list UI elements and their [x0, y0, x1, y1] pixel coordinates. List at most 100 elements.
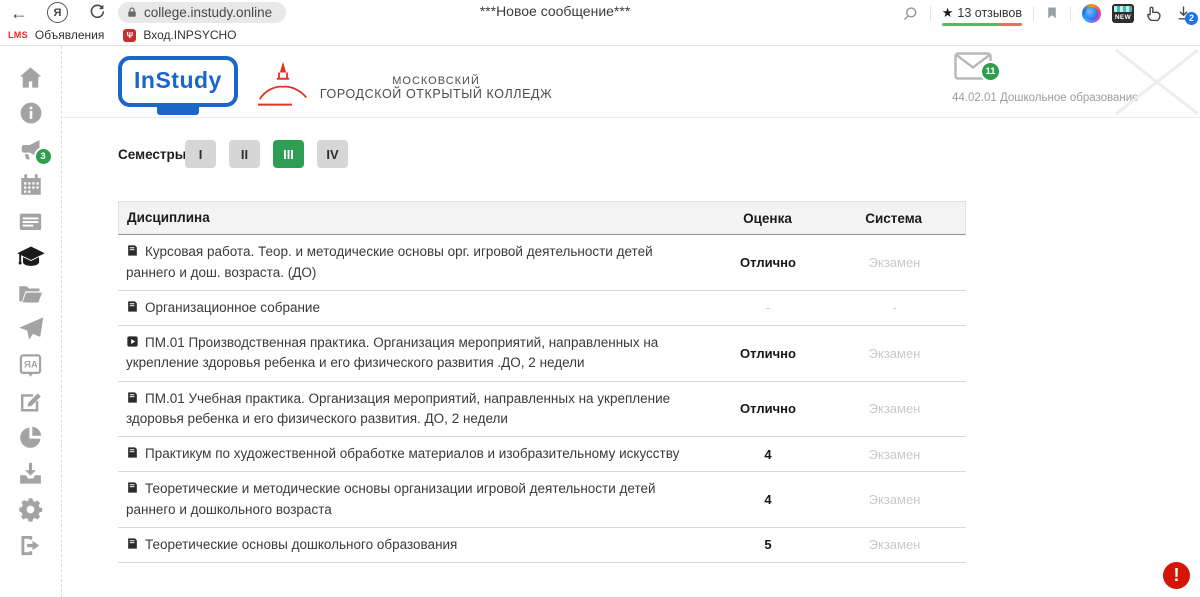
course-book-icon: [126, 446, 139, 459]
announcements-badge: 3: [34, 147, 53, 166]
discipline-cell[interactable]: Организационное собрание: [118, 291, 713, 325]
grade-cell: Отлично: [713, 382, 823, 437]
system-cell: Экзамен: [823, 472, 966, 527]
sidebar-item-schedule[interactable]: [13, 203, 49, 239]
collections-hand-icon[interactable]: [1145, 4, 1164, 23]
discipline-text: ПМ.01 Учебная практика. Организация меро…: [126, 391, 670, 426]
url-bar[interactable]: college.instudy.online: [118, 2, 286, 23]
toolbar-right: ★ 13 отзывов NEW: [902, 0, 1192, 26]
kinopoisk-new-icon[interactable]: NEW: [1112, 4, 1134, 23]
table-row: Курсовая работа. Теор. и методические ос…: [118, 235, 966, 291]
grade-cell: -: [713, 291, 823, 325]
discipline-text: Организационное собрание: [145, 300, 320, 315]
table-row: Практикум по художественной обработке ма…: [118, 437, 966, 472]
sidebar-item-announcements[interactable]: 3: [13, 131, 49, 167]
lms-favicon: LMS: [8, 30, 28, 40]
discipline-text: Практикум по художественной обработке ма…: [145, 446, 679, 461]
sidebar-item-calendar[interactable]: [13, 167, 49, 203]
edit-icon: [17, 388, 44, 415]
page-header: InStudy МОСКОВСКИЙ ГОРОДСКОЙ ОТКРЫТЫЙ КО…: [63, 46, 1200, 118]
header-system: Система: [822, 202, 965, 234]
grade-cell: Отлично: [713, 235, 823, 290]
discipline-text: Курсовая работа. Теор. и методические ос…: [126, 244, 653, 279]
sidebar-item-assignments[interactable]: [13, 383, 49, 419]
bookmark-announcements[interactable]: Объявления: [35, 28, 104, 42]
college-logo-icon: [254, 60, 312, 110]
back-button[interactable]: ←: [10, 1, 28, 25]
reviews-count: 13 отзывов: [957, 6, 1022, 20]
system-cell: Экзамен: [823, 437, 966, 471]
grade-cell: Отлично: [713, 326, 823, 381]
messages-button[interactable]: 11: [954, 52, 992, 80]
sidebar-item-info[interactable]: [13, 95, 49, 131]
gear-icon: [17, 496, 44, 523]
star-icon: ★: [942, 8, 954, 18]
table-header: Дисциплина Оценка Система: [118, 201, 966, 235]
discipline-cell[interactable]: ПМ.01 Производственная практика. Организ…: [118, 326, 713, 381]
search-icon[interactable]: [902, 5, 919, 22]
discipline-cell[interactable]: Курсовая работа. Теор. и методические ос…: [118, 235, 713, 290]
system-cell: Экзамен: [823, 326, 966, 381]
sidebar-item-messages[interactable]: [13, 311, 49, 347]
discipline-cell[interactable]: Теоретические и методические основы орга…: [118, 472, 713, 527]
inpsycho-favicon: Ψ: [123, 29, 136, 42]
svg-text:ЯA: ЯA: [24, 359, 38, 370]
sidebar-item-statistics[interactable]: [13, 419, 49, 455]
sidebar: 3 ЯA: [0, 46, 62, 597]
divider: [1033, 6, 1034, 21]
paper-plane-icon: [17, 315, 45, 343]
table-row: Теоретические и методические основы орга…: [118, 472, 966, 528]
semesters-bar: Семестры I II III IV: [118, 140, 348, 168]
table-row: ПМ.01 Производственная практика. Организ…: [118, 326, 966, 382]
sidebar-item-home[interactable]: [13, 59, 49, 95]
discipline-text: ПМ.01 Производственная практика. Организ…: [126, 335, 658, 370]
bookmarks-bar: LMS Объявления Ψ Вход.INPSYCHO: [0, 26, 1200, 44]
tab-title: ***Новое сообщение***: [395, 3, 715, 19]
browser-chrome: ← Я college.instudy.online ***Новое сооб…: [0, 0, 1200, 46]
table-row: Организационное собрание - -: [118, 291, 966, 326]
divider: [930, 6, 931, 21]
list-card-icon: [17, 208, 44, 235]
course-book-icon: [126, 244, 139, 257]
close-icon[interactable]: [1114, 46, 1200, 117]
course-book-icon: [126, 391, 139, 404]
refresh-button[interactable]: [88, 3, 106, 21]
bookmark-inpsycho[interactable]: Вход.INPSYCHO: [143, 28, 236, 42]
semester-buttons: I II III IV: [185, 140, 348, 168]
sidebar-item-grades[interactable]: [13, 239, 49, 275]
discipline-cell[interactable]: ПМ.01 Учебная практика. Организация меро…: [118, 382, 713, 437]
discipline-cell[interactable]: Теоретические основы дошкольного образов…: [118, 528, 713, 562]
extension-color-circle-icon[interactable]: [1082, 4, 1101, 23]
discipline-cell[interactable]: Практикум по художественной обработке ма…: [118, 437, 713, 471]
folder-open-icon: [17, 280, 44, 307]
sidebar-item-logout[interactable]: [13, 527, 49, 563]
yandex-browser-icon[interactable]: Я: [47, 2, 68, 23]
semester-button-3[interactable]: III: [273, 140, 304, 168]
sidebar-item-settings[interactable]: [13, 491, 49, 527]
downloads-badge: 2: [1185, 12, 1198, 25]
reviews-widget[interactable]: ★ 13 отзывов: [942, 6, 1022, 26]
bookmark-flag-icon[interactable]: [1045, 5, 1059, 21]
header-discipline: Дисциплина: [119, 202, 713, 234]
translate-icon: ЯA: [17, 352, 44, 379]
college-name: МОСКОВСКИЙ ГОРОДСКОЙ ОТКРЫТЫЙ КОЛЛЕДЖ: [320, 75, 552, 101]
graduation-cap-icon: [16, 242, 46, 272]
semester-button-2[interactable]: II: [229, 140, 260, 168]
downloads-button[interactable]: 2: [1175, 5, 1192, 22]
semester-button-4[interactable]: IV: [317, 140, 348, 168]
system-cell: Экзамен: [823, 528, 966, 562]
url-text: college.instudy.online: [144, 5, 272, 20]
semester-button-1[interactable]: I: [185, 140, 216, 168]
logo-group: InStudy МОСКОВСКИЙ ГОРОДСКОЙ ОТКРЫТЫЙ КО…: [118, 56, 552, 110]
course-book-icon: [126, 537, 139, 550]
system-cell: Экзамен: [823, 235, 966, 290]
college-name-line2: ГОРОДСКОЙ ОТКРЫТЫЙ КОЛЛЕДЖ: [320, 87, 552, 101]
sidebar-item-files[interactable]: [13, 275, 49, 311]
new-badge-label: NEW: [1115, 14, 1131, 23]
instudy-logo: InStudy: [118, 56, 238, 107]
sidebar-item-dictionary[interactable]: ЯA: [13, 347, 49, 383]
table-row: ПМ.01 Учебная практика. Организация меро…: [118, 382, 966, 438]
lock-icon: [126, 6, 138, 19]
alert-icon[interactable]: !: [1163, 562, 1190, 589]
sidebar-item-downloads[interactable]: [13, 455, 49, 491]
